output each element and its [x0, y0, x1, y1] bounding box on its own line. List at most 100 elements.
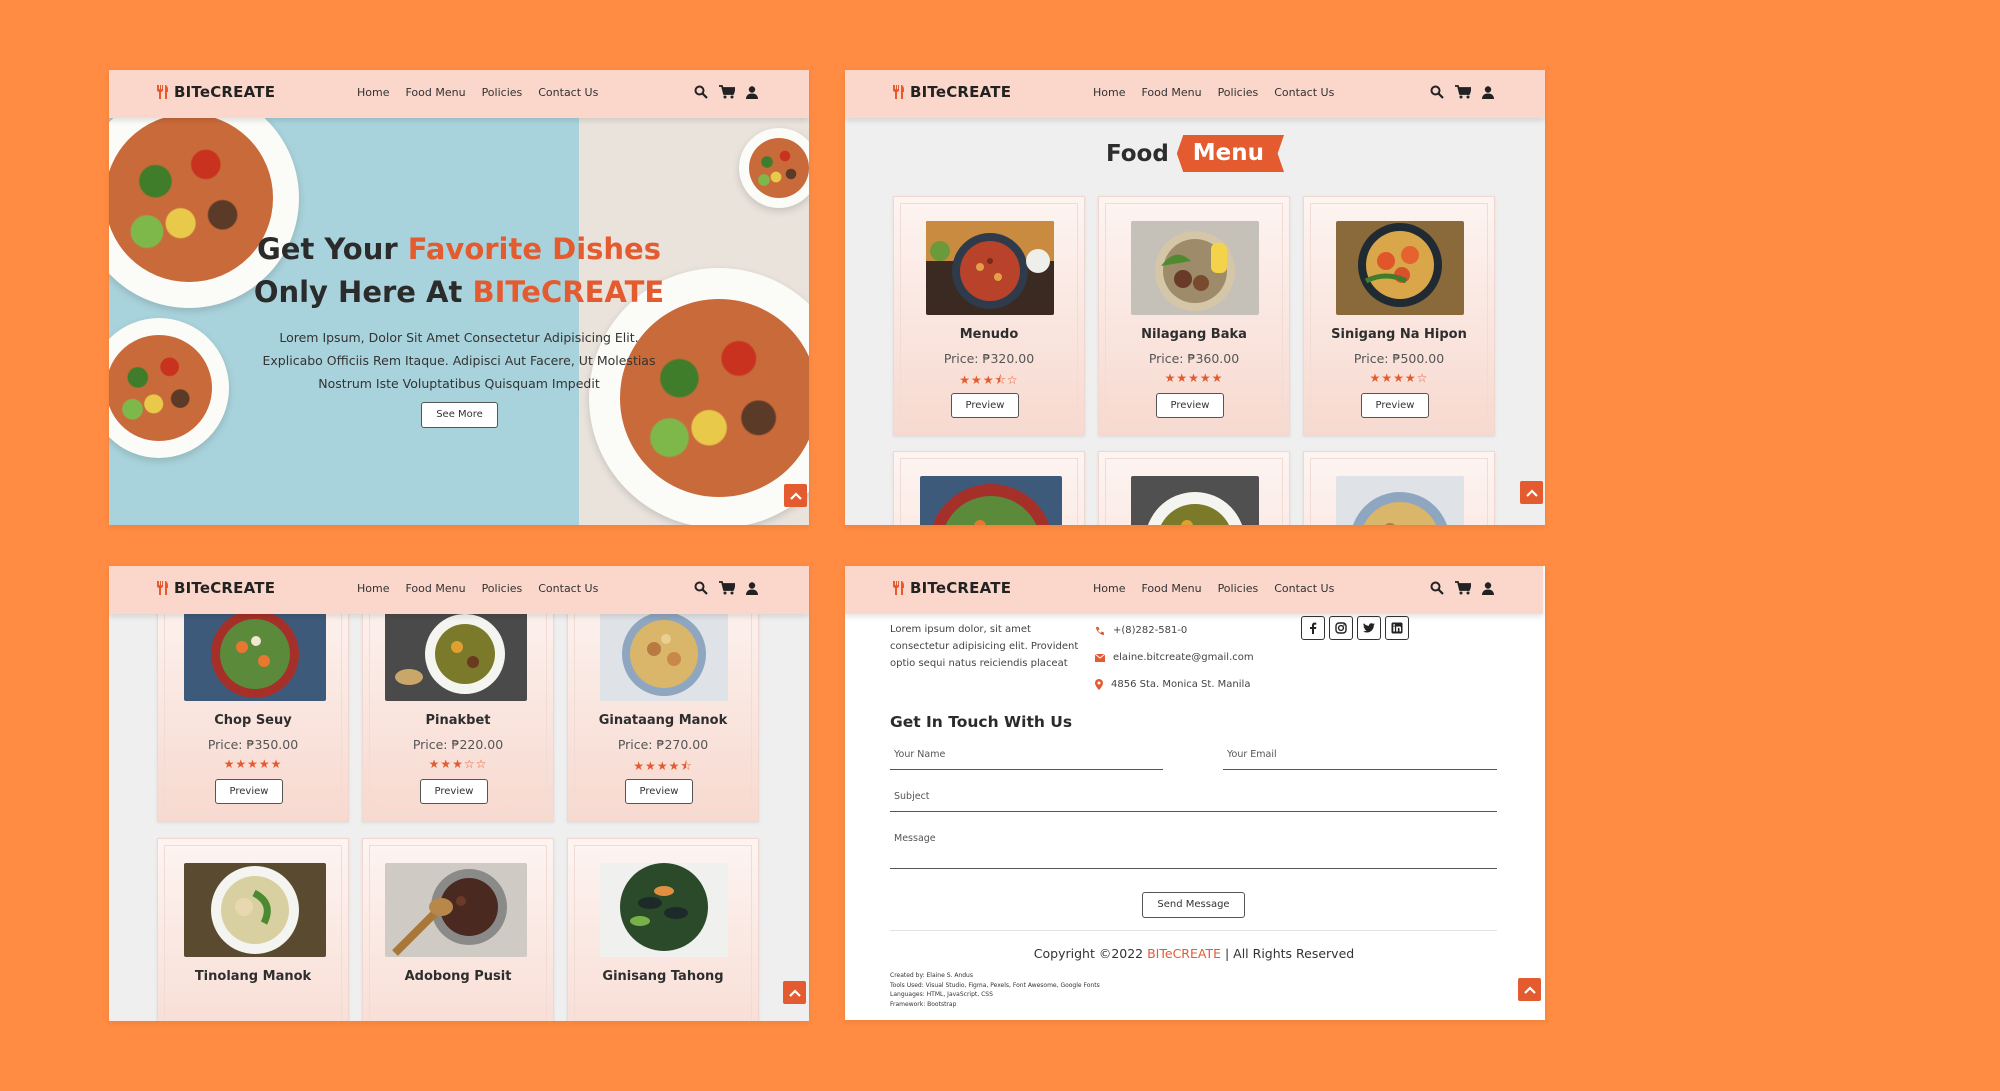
hero-title-line2: Only Here At BITeCREATE [253, 275, 665, 309]
logo-text: BITeCREATE [910, 83, 1012, 101]
dish-image-chop-seuy [184, 607, 326, 701]
search-icon[interactable] [1430, 581, 1444, 595]
credit-line: Languages: HTML, JavaScript, CSS [890, 991, 993, 998]
dish-card: Adobong Pusit [362, 838, 554, 1021]
email-input[interactable]: Your Email [1223, 746, 1497, 770]
star-rating: ★★★★⯪ [633, 759, 693, 773]
dish-card: Ginisang Tahong [567, 838, 759, 1021]
star-rating: ★★★★★ [223, 757, 283, 771]
user-icon[interactable] [746, 581, 758, 595]
preview-button[interactable]: Preview [951, 393, 1019, 418]
nav-policies[interactable]: Policies [1218, 86, 1259, 99]
food-menu-screenshot: BITeCREATE Home Food Menu Policies Conta… [845, 70, 1545, 525]
preview-button[interactable]: Preview [1361, 393, 1429, 418]
logo[interactable]: BITeCREATE [891, 83, 1011, 101]
search-icon[interactable] [694, 581, 708, 595]
cart-icon[interactable] [719, 581, 735, 595]
dish-card: Nilagang Baka Price: ₱360.00 ★★★★★ Previ… [1098, 196, 1290, 436]
cart-icon[interactable] [719, 85, 735, 99]
dish-name: Adobong Pusit [404, 969, 512, 984]
location-pin-icon [1095, 679, 1103, 690]
navbar: BITeCREATE Home Food Menu Policies Conta… [845, 566, 1543, 614]
nav-food-menu[interactable]: Food Menu [1141, 582, 1201, 595]
see-more-button[interactable]: See More [421, 402, 498, 428]
dish-price: Price: ₱270.00 [617, 737, 709, 752]
facebook-icon[interactable] [1301, 616, 1325, 640]
star-rating: ★★★⯪☆ [959, 373, 1019, 387]
contact-address: 4856 Sta. Monica St. Manila [1095, 676, 1250, 693]
contact-screenshot: BITeCREATE Home Food Menu Policies Conta… [845, 566, 1545, 1020]
heading-food: Food [1105, 140, 1169, 167]
dish-card [1098, 451, 1290, 525]
twitter-icon[interactable] [1357, 616, 1381, 640]
user-icon[interactable] [1482, 581, 1494, 595]
envelope-icon [1095, 653, 1105, 662]
cart-icon[interactable] [1455, 85, 1471, 99]
scroll-top-button[interactable] [784, 484, 807, 507]
scroll-top-button[interactable] [1518, 978, 1541, 1001]
credit-line: Created by: Elaine S. Andus [890, 972, 973, 979]
credits: Created by: Elaine S. Andus Tools Used: … [890, 971, 1100, 1009]
nav-food-menu[interactable]: Food Menu [405, 86, 465, 99]
credit-line: Tools Used: Visual Studio, Figma, Pexels… [890, 981, 1100, 989]
scroll-top-button[interactable] [783, 981, 806, 1004]
form-title: Get In Touch With Us [890, 713, 1073, 731]
nav-contact-us[interactable]: Contact Us [1274, 86, 1334, 99]
contact-email: elaine.bitcreate@gmail.com [1095, 649, 1254, 666]
logo[interactable]: BITeCREATE [891, 579, 1011, 597]
nav-contact-us[interactable]: Contact Us [1274, 582, 1334, 595]
search-icon[interactable] [694, 85, 708, 99]
user-icon[interactable] [1482, 85, 1494, 99]
nav-contact-us[interactable]: Contact Us [538, 582, 598, 595]
dish-price: Price: ₱320.00 [943, 351, 1035, 366]
dish-name: Menudo [959, 327, 1019, 342]
nav-home[interactable]: Home [1093, 582, 1125, 595]
nav-food-menu[interactable]: Food Menu [1141, 86, 1201, 99]
preview-button[interactable]: Preview [215, 779, 283, 804]
navbar: BITeCREATE Home Food Menu Policies Conta… [109, 566, 809, 614]
dish-card: Pinakbet Price: ₱220.00 ★★★☆☆ Preview [362, 582, 554, 822]
dish-card: Menudo Price: ₱320.00 ★★★⯪☆ Preview [893, 196, 1085, 436]
user-icon[interactable] [746, 85, 758, 99]
nav-policies[interactable]: Policies [482, 582, 523, 595]
search-icon[interactable] [1430, 85, 1444, 99]
nav-food-menu[interactable]: Food Menu [405, 582, 465, 595]
cart-icon[interactable] [1455, 581, 1471, 595]
preview-button[interactable]: Preview [625, 779, 693, 804]
send-message-button[interactable]: Send Message [1142, 892, 1245, 918]
logo-text: BITeCREATE [910, 579, 1012, 597]
dish-name: Tinolang Manok [194, 969, 312, 984]
preview-button[interactable]: Preview [420, 779, 488, 804]
copyright: Copyright ©2022 BITeCREATE | All Rights … [1033, 946, 1355, 961]
food-menu-heading: Food Menu [845, 135, 1545, 172]
chevron-up-icon [789, 491, 802, 500]
dish-image-tinolang-manok [184, 863, 326, 957]
chevron-up-icon [1523, 985, 1536, 994]
logo[interactable]: BITeCREATE [155, 579, 275, 597]
instagram-icon[interactable] [1329, 616, 1353, 640]
dish-image-ginisang-tahong [600, 863, 728, 957]
dish-name: Pinakbet [425, 713, 491, 728]
message-textarea[interactable]: Message [890, 830, 1497, 869]
chevron-up-icon [1525, 488, 1538, 497]
dish-card: Chop Seuy Price: ₱350.00 ★★★★★ Preview [157, 582, 349, 822]
nav-home[interactable]: Home [357, 86, 389, 99]
scroll-top-button[interactable] [1520, 481, 1543, 504]
credit-line: Framework: Bootstrap [890, 1000, 957, 1008]
dish-price: Price: ₱220.00 [412, 737, 504, 752]
nav-home[interactable]: Home [357, 582, 389, 595]
nav-policies[interactable]: Policies [1218, 582, 1259, 595]
nav-policies[interactable]: Policies [482, 86, 523, 99]
navbar: BITeCREATE Home Food Menu Policies Conta… [845, 70, 1545, 118]
dish-name: Chop Seuy [214, 713, 292, 728]
nav-contact-us[interactable]: Contact Us [538, 86, 598, 99]
nav-home[interactable]: Home [1093, 86, 1125, 99]
logo-text: BITeCREATE [174, 83, 276, 101]
name-input[interactable]: Your Name [890, 746, 1163, 770]
dish-name: Ginataang Manok [598, 713, 728, 728]
navbar: BITeCREATE Home Food Menu Policies Conta… [109, 70, 809, 118]
subject-input[interactable]: Subject [890, 788, 1497, 812]
preview-button[interactable]: Preview [1156, 393, 1224, 418]
logo[interactable]: BITeCREATE [155, 83, 275, 101]
linkedin-icon[interactable] [1385, 616, 1409, 640]
